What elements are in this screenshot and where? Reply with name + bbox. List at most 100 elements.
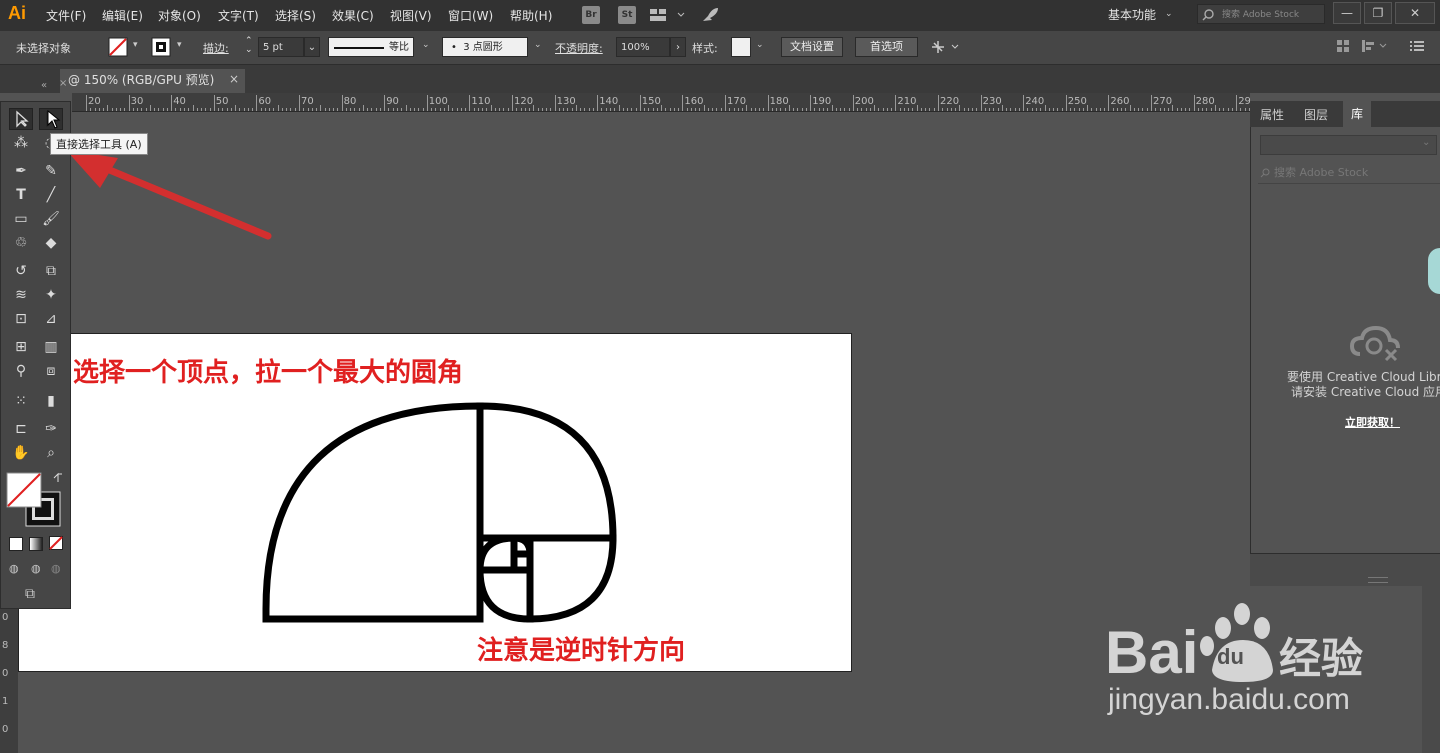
menu-window[interactable]: 窗口(W) [448,7,493,24]
opacity-label[interactable]: 不透明度: [555,40,603,56]
fill-swatch-none-icon[interactable] [108,37,130,57]
rocket-icon[interactable] [700,6,720,24]
stroke-profile-select[interactable]: 等比 [328,37,414,57]
symbol-sprayer-tool-icon[interactable]: ⁙ [9,390,33,412]
gradient-tool-icon[interactable]: ▥ [39,336,63,358]
collapse-panel-icon[interactable]: « [41,80,47,91]
paintbrush-tool-icon[interactable]: 🖌 [39,208,63,230]
stroke-swatch-icon[interactable] [151,37,173,57]
width-tool-icon[interactable]: ≋ [9,284,33,306]
vertical-ruler[interactable]: 0 8 0 1 0 [0,608,18,753]
mesh-tool-icon[interactable]: ⊞ [9,336,33,358]
library-select[interactable] [1260,135,1437,155]
minimize-button[interactable]: — [1333,2,1361,24]
style-swatch[interactable] [731,37,751,57]
opacity-arrow-icon[interactable]: › [670,37,686,57]
menu-help[interactable]: 帮助(H) [510,7,552,24]
draw-behind-icon[interactable]: ◍ [31,562,41,575]
rotate-tool-icon[interactable]: ↺ [9,260,33,282]
artboard[interactable]: 选择一个顶点，拉一个最大的圆角 注意是逆时针方向 [18,333,852,672]
stroke-stepper-icon[interactable]: ⌃ ⌄ [245,37,253,55]
ruler-tick [192,105,194,111]
ruler-tick [256,95,258,111]
artboard-tool-icon[interactable]: ⊏ [9,418,33,440]
hand-tool-icon[interactable]: ✋ [9,442,33,464]
fill-chevron-icon[interactable]: ▾ [133,40,138,50]
ruler-tick [1061,108,1063,111]
panel-menu-icon[interactable] [1410,40,1424,52]
tab-layers[interactable]: 图层 [1304,106,1328,123]
shaper-tool-icon[interactable]: ♲ [9,232,33,254]
tools-panel: « × ⁂ ◌ ✒ ✎ T ╱ ▭ 🖌 ♲ ◆ ↺ ⧉ ≋ ✦ ⊡ ⊿ ⊞ ▥ … [0,78,71,609]
free-transform-tool-icon[interactable]: ⊡ [9,308,33,330]
column-graph-tool-icon[interactable]: ▮ [39,390,63,412]
tab-properties[interactable]: 属性 [1260,106,1284,123]
type-tool-icon[interactable]: T [9,184,33,206]
stroke-profile-chevron-icon[interactable]: ⌄ [422,40,430,50]
menu-type[interactable]: 文字(T) [218,7,259,24]
workspace-chevron-icon[interactable]: ⌄ [1165,9,1173,19]
stroke-weight-input[interactable]: 5 pt [258,37,304,57]
menu-select[interactable]: 选择(S) [275,7,316,24]
library-select-chevron-icon[interactable]: ⌄ [1422,137,1430,148]
rectangle-tool-icon[interactable]: ▭ [9,208,33,230]
horizontal-ruler[interactable]: 20 30 40 50 60 70 80 90 100 110 120 130 140 150 160 170… [72,93,1250,112]
panel-resize-grip-icon[interactable] [1368,577,1388,583]
close-panel-icon[interactable]: × [59,78,67,89]
perspective-grid-tool-icon[interactable]: ⊿ [39,308,63,330]
menu-object[interactable]: 对象(O) [158,7,201,24]
align-icon[interactable] [1362,39,1390,53]
menu-effect[interactable]: 效果(C) [332,7,374,24]
magic-wand-tool-icon[interactable]: ⁂ [9,132,33,154]
menu-view[interactable]: 视图(V) [390,7,432,24]
ruler-tick [550,108,552,111]
stock-search-input[interactable]: 搜索 Adobe Stock [1197,4,1325,24]
arrange-documents-icon[interactable] [650,8,686,22]
document-setup-button[interactable]: 文档设置 [781,37,843,57]
stroke-chevron-icon[interactable]: ▾ [177,40,182,50]
scale-tool-icon[interactable]: ⧉ [39,260,63,282]
select-similar-icon[interactable] [930,39,962,55]
curvature-tool-icon[interactable]: ✎ [39,160,63,182]
blend-tool-icon[interactable]: ⧈ [39,360,63,382]
get-now-link[interactable]: 立即获取！ [1345,414,1400,430]
line-tool-icon[interactable]: ╱ [39,184,63,206]
library-search-input[interactable]: 搜索 Adobe Stock [1258,162,1440,184]
opacity-input[interactable]: 100% [616,37,670,57]
selection-tool-icon[interactable] [9,108,33,130]
eraser-tool-icon[interactable]: ◆ [39,232,63,254]
document-tab[interactable]: @ 150% (RGB/GPU 预览) [60,69,245,93]
transform-grid-icon[interactable] [1337,40,1349,52]
eyedropper-tool-icon[interactable]: ⚲ [9,360,33,382]
color-mode-icon[interactable] [9,537,23,551]
draw-normal-icon[interactable]: ◍ [9,562,19,575]
brush-chevron-icon[interactable]: ⌄ [534,40,542,50]
puppet-warp-tool-icon[interactable]: ✦ [39,284,63,306]
none-mode-icon[interactable] [49,536,63,550]
ruler-tick [908,108,910,111]
stroke-weight-dropdown[interactable]: ⌄ [304,37,320,57]
restore-button[interactable]: ❐ [1364,2,1392,24]
document-tab-close-button[interactable]: × [229,72,239,86]
draw-inside-icon[interactable]: ◍ [51,562,61,575]
close-window-button[interactable]: ✕ [1395,2,1435,24]
fill-stroke-swatches[interactable] [6,472,68,528]
menu-file[interactable]: 文件(F) [46,7,86,24]
workspace-switcher[interactable]: 基本功能 [1108,6,1156,23]
ruler-tick [341,95,343,111]
ruler-tick [345,108,347,111]
style-chevron-icon[interactable]: ⌄ [756,40,764,50]
brush-select[interactable]: • 3 点圆形 [442,37,528,57]
stock-icon[interactable]: St [618,6,636,24]
bridge-icon[interactable]: Br [582,6,600,24]
stroke-label[interactable]: 描边: [203,40,229,56]
pen-tool-icon[interactable]: ✒ [9,160,33,182]
zoom-tool-icon[interactable]: ⌕ [39,442,63,464]
preferences-button[interactable]: 首选项 [855,37,918,57]
slice-tool-icon[interactable]: ✑ [39,418,63,440]
tab-libraries[interactable]: 库 [1343,101,1372,127]
golden-spiral-shape[interactable] [19,334,853,673]
gradient-mode-icon[interactable] [29,537,43,551]
screen-mode-icon[interactable]: ⧉ [25,586,35,602]
menu-edit[interactable]: 编辑(E) [102,7,143,24]
